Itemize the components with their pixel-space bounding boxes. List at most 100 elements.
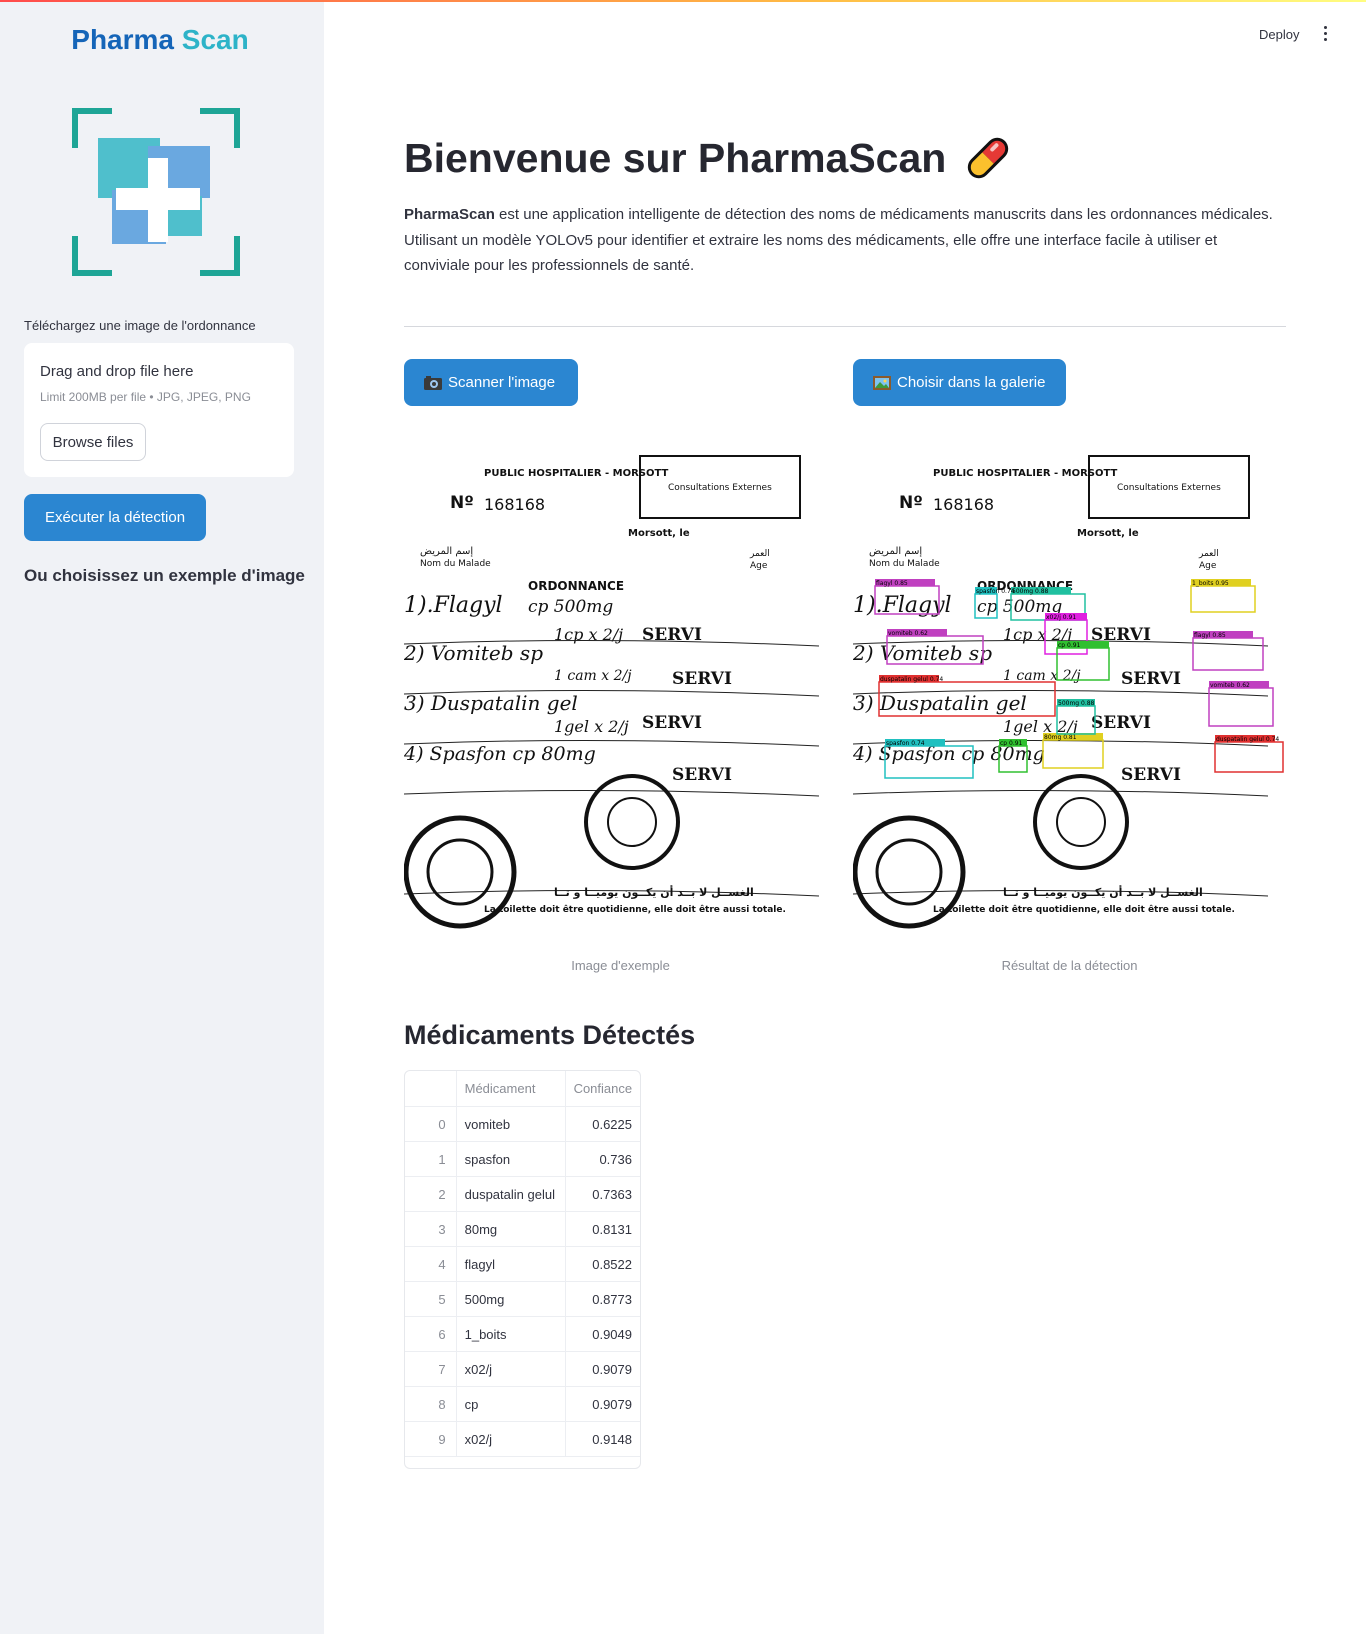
prescription-number: 168168 xyxy=(933,495,994,514)
row-index: 2 xyxy=(405,1177,457,1211)
brand-part2: Scan xyxy=(181,24,249,55)
choose-gallery-button[interactable]: Choisir dans la galerie xyxy=(853,359,1066,406)
detection-label: 500mg 0.88 xyxy=(1058,700,1095,707)
footer-ar: الغســل لا بــد أن يكــون يوميــا و تــا xyxy=(1003,885,1203,899)
deploy-button[interactable]: Deploy xyxy=(1259,27,1299,42)
detected-section-title: Médicaments Détectés xyxy=(404,1020,696,1050)
serv-stamp-3: SERVI xyxy=(1121,765,1181,785)
serv-stamp-3: SERVI xyxy=(672,765,732,785)
handwritten-vomiteb: 2) Vomiteb sp xyxy=(404,641,543,665)
scan-image-label: Scanner l'image xyxy=(448,374,556,391)
serv-stamp-2: SERVI xyxy=(1091,713,1151,733)
footer-fr: La toilette doit être quotidienne, elle … xyxy=(484,904,786,915)
row-medicament: 1_boits xyxy=(457,1317,566,1351)
city-date: Morsott, le xyxy=(1077,528,1139,539)
row-medicament: vomiteb xyxy=(457,1107,566,1141)
row-medicament: duspatalin gelul xyxy=(457,1177,566,1211)
row-medicament: spasfon xyxy=(457,1142,566,1176)
footer-ar: الغســل لا بــد أن يكــون يوميــا و تــا xyxy=(554,885,754,899)
table-row[interactable]: 5 500mg 0.8773 xyxy=(405,1282,640,1317)
table-row[interactable]: 2 duspatalin gelul 0.7363 xyxy=(405,1177,640,1212)
age-label-ar: العمر xyxy=(749,549,770,559)
detection-label: cp 0.91 xyxy=(1000,740,1023,747)
more-vertical-icon[interactable] xyxy=(1322,26,1328,44)
handwritten-500mg: cp 500mg xyxy=(528,597,613,617)
dropzone-limit: Limit 200MB per file • JPG, JPEG, PNG xyxy=(40,390,251,404)
camera-icon xyxy=(424,375,442,390)
handwritten-flagyl: 1).Flagyl xyxy=(404,593,503,618)
detection-label: vomiteb 0.62 xyxy=(1210,682,1250,689)
intro-bold: PharmaScan xyxy=(404,206,495,223)
table-header-confiance[interactable]: Confiance xyxy=(566,1071,640,1106)
age-label-fr: Age xyxy=(1199,561,1217,571)
patient-label-ar: إسم المريض xyxy=(420,546,473,557)
row-index: 5 xyxy=(405,1282,457,1316)
table-row[interactable]: 1 spasfon 0.736 xyxy=(405,1142,640,1177)
row-confiance: 0.8522 xyxy=(592,1256,632,1272)
row-medicament: x02/j xyxy=(457,1422,566,1456)
row-confiance: 0.9079 xyxy=(592,1361,632,1377)
table-row[interactable]: 4 flagyl 0.8522 xyxy=(405,1247,640,1282)
dropzone-title: Drag and drop file here xyxy=(40,363,194,380)
serv-stamp-1: SERVI xyxy=(1121,669,1181,689)
table-row[interactable]: 8 cp 0.9079 xyxy=(405,1387,640,1422)
brand-part1: Pharma xyxy=(71,24,174,55)
file-dropzone[interactable]: Drag and drop file here Limit 200MB per … xyxy=(24,343,294,477)
intro-paragraph: PharmaScan est une application intellige… xyxy=(404,202,1286,279)
detection-label: spasfon 0.74 xyxy=(886,740,925,747)
detections-table[interactable]: Médicament Confiance 0 vomiteb 0.6225 1 spas… xyxy=(404,1070,641,1469)
patient-label-ar: إسم المريض xyxy=(869,546,922,557)
gallery-icon xyxy=(873,375,891,390)
detection-label: cp 0.91 xyxy=(1058,642,1081,649)
table-row[interactable]: 3 80mg 0.8131 xyxy=(405,1212,640,1247)
prescription-svg-b: PUBLIC HOSPITALIER - MORSOTTConsultation… xyxy=(853,454,1286,949)
example-image-heading: Ou choisissez un exemple d'image xyxy=(24,566,305,585)
intro-text: est une application intelligente de déte… xyxy=(404,206,1273,274)
city-date: Morsott, le xyxy=(628,528,690,539)
patient-label-fr: Nom du Malade xyxy=(869,559,940,569)
consult-label: Consultations Externes xyxy=(1117,483,1221,493)
table-row[interactable]: 0 vomiteb 0.6225 xyxy=(405,1107,640,1142)
ordonnance-label: ORDONNANCE xyxy=(528,579,624,593)
table-row[interactable]: 7 x02/j 0.9079 xyxy=(405,1352,640,1387)
row-index: 9 xyxy=(405,1422,457,1456)
row-index: 7 xyxy=(405,1352,457,1386)
row-medicament: 80mg xyxy=(457,1212,566,1246)
row-confiance: 0.9079 xyxy=(592,1396,632,1412)
handwritten-dose1: 1cp x 2/j xyxy=(554,625,623,644)
prescription-number: 168168 xyxy=(484,495,545,514)
detection-label: 500mg 0.88 xyxy=(1012,588,1049,595)
handwritten-spasfon: 4) Spasfon cp 80mg xyxy=(404,743,596,765)
row-medicament: cp xyxy=(457,1387,566,1421)
age-label-fr: Age xyxy=(750,561,768,571)
brand-title: Pharma Scan xyxy=(0,24,320,56)
row-index: 6 xyxy=(405,1317,457,1351)
handwritten-dose2: 1 cam x 2/j xyxy=(554,668,632,684)
prescription-svg-a: PUBLIC HOSPITALIER - MORSOTTConsultation… xyxy=(404,454,837,949)
detection-label: duspatalin gelul 0.74 xyxy=(1216,736,1279,743)
scan-image-button[interactable]: Scanner l'image xyxy=(404,359,578,406)
number-prefix: Nº xyxy=(899,493,923,513)
table-header-index xyxy=(405,1071,457,1106)
row-index: 1 xyxy=(405,1142,457,1176)
row-medicament: x02/j xyxy=(457,1352,566,1386)
execute-detection-button[interactable]: Exécuter la détection xyxy=(24,494,206,541)
row-index: 4 xyxy=(405,1247,457,1281)
consult-label: Consultations Externes xyxy=(668,483,772,493)
page-title-text: Bienvenue sur PharmaScan xyxy=(404,134,947,181)
table-row[interactable]: 9 x02/j 0.9148 xyxy=(405,1422,640,1457)
row-confiance: 0.9148 xyxy=(592,1431,632,1447)
row-confiance: 0.6225 xyxy=(592,1116,632,1132)
table-header-medicament[interactable]: Médicament xyxy=(457,1071,566,1106)
handwritten-duspatalin: 3) Duspatalin gel xyxy=(404,691,578,715)
page-title: Bienvenue sur PharmaScan xyxy=(404,132,1014,184)
detection-label: vomiteb 0.62 xyxy=(888,630,928,637)
table-row[interactable]: 6 1_boits 0.9049 xyxy=(405,1317,640,1352)
browse-files-button[interactable]: Browse files xyxy=(40,423,146,461)
row-medicament: flagyl xyxy=(457,1247,566,1281)
age-label-ar: العمر xyxy=(1198,549,1219,559)
row-confiance: 0.8773 xyxy=(592,1291,632,1307)
row-confiance: 0.736 xyxy=(599,1151,632,1167)
handwritten-dose3: 1gel x 2/j xyxy=(554,717,629,736)
detection-label: flagyl 0.85 xyxy=(876,580,908,587)
